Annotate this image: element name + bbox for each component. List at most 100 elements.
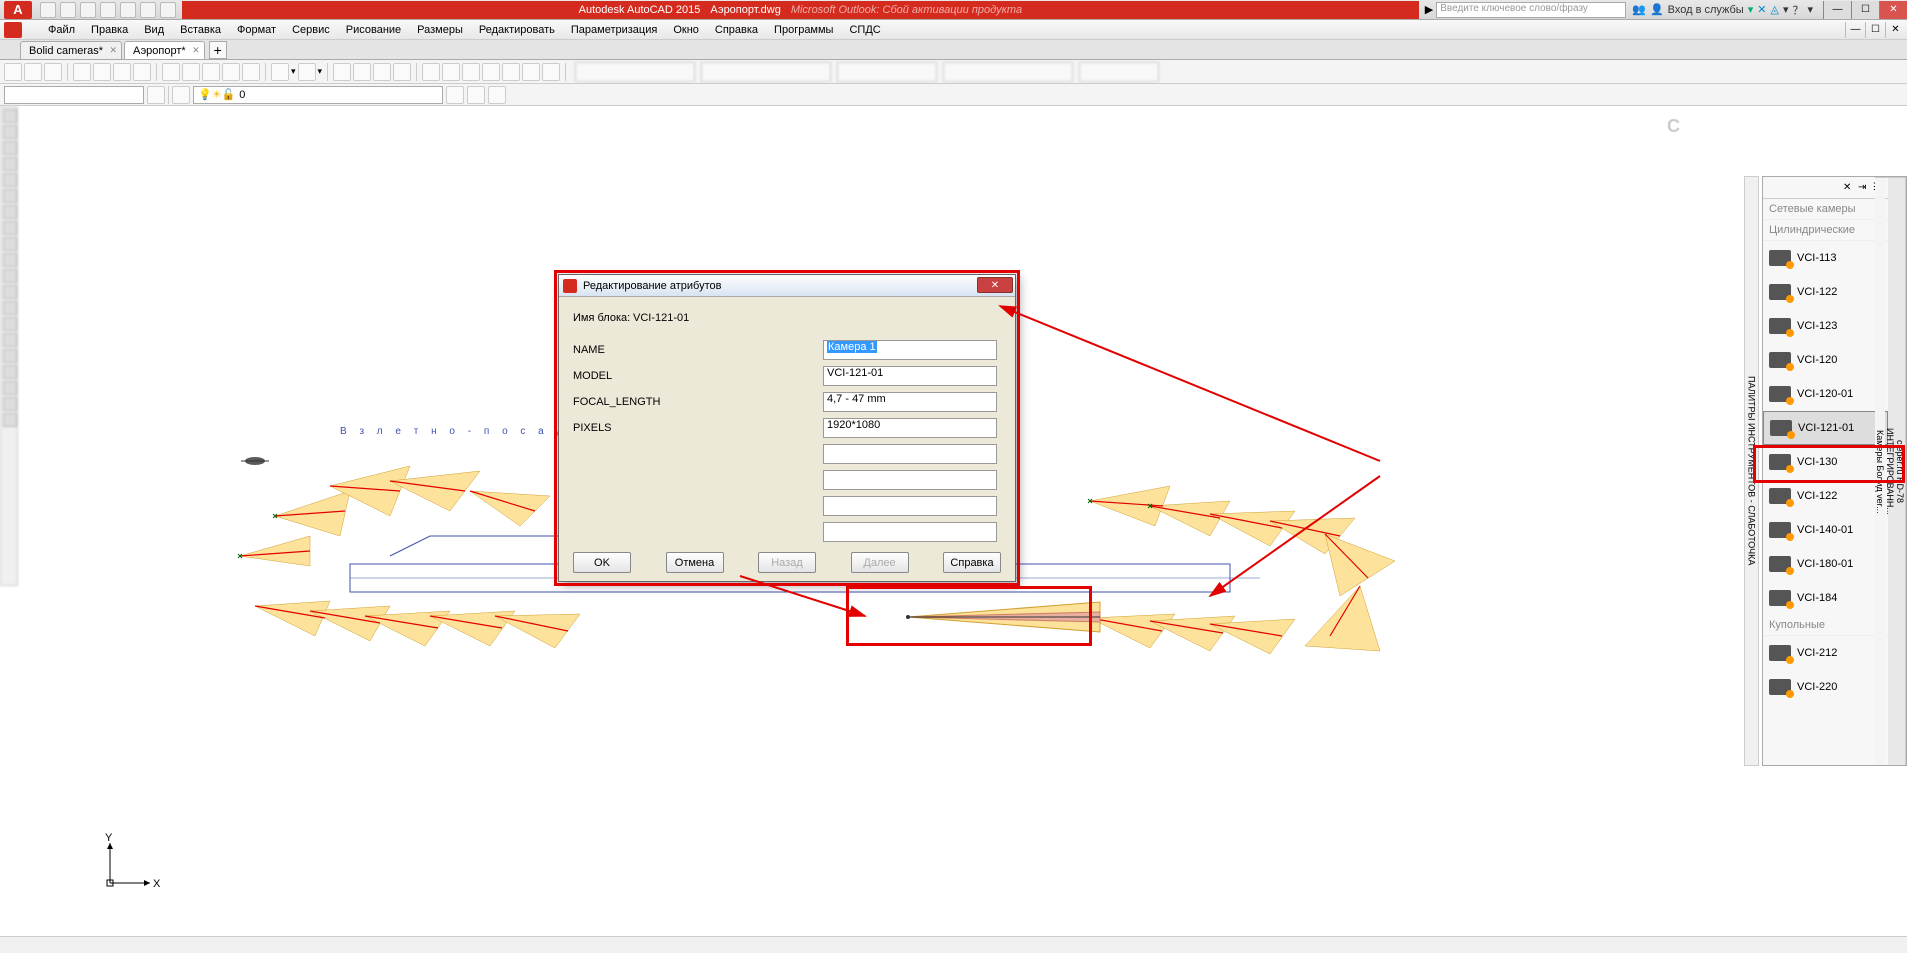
tb-zoom-icon[interactable] [353,63,371,81]
attr-input-empty[interactable] [823,522,997,542]
menu-logo-icon[interactable] [4,22,22,38]
blur-combo-5[interactable] [1079,62,1159,82]
layer-make-icon[interactable] [446,86,464,104]
layer-combo[interactable]: 💡☀🔓0 [193,86,443,104]
tb-pan-icon[interactable] [333,63,351,81]
tb-qc-icon[interactable] [522,63,540,81]
back-button[interactable]: Назад [758,552,816,573]
menu-вид[interactable]: Вид [136,22,172,38]
palette-tab-cleper[interactable]: cleper.ru RD-78 [1895,177,1905,765]
tab-close-icon[interactable]: ✕ [109,45,117,56]
menu-справка[interactable]: Справка [707,22,766,38]
palette-item-VCI-122[interactable]: VCI-122 [1763,479,1888,513]
attr-input-empty[interactable] [823,496,997,516]
tb-save-icon[interactable] [44,63,62,81]
qat-print-icon[interactable] [120,2,136,18]
menu-сервис[interactable]: Сервис [284,22,338,38]
attr-input-name[interactable]: Камера 1 [823,340,997,360]
palette-item-VCI-130[interactable]: VCI-130 [1763,445,1888,479]
layer-prev-icon[interactable] [467,86,485,104]
tab-Аэропорт*[interactable]: Аэропорт*✕ [124,41,205,59]
doc-restore-button[interactable]: ☐ [1865,22,1885,38]
palette-item-VCI-140-01[interactable]: VCI-140-01 [1763,513,1888,547]
tb-prop-icon[interactable] [422,63,440,81]
qat-open-icon[interactable] [60,2,76,18]
tb-paste-icon[interactable] [202,63,220,81]
help-button[interactable]: Справка [943,552,1001,573]
tab-close-icon[interactable]: ✕ [192,45,200,56]
maximize-button[interactable]: ☐ [1851,1,1879,19]
close-button[interactable]: ✕ [1879,1,1907,19]
next-button[interactable]: Далее [851,552,909,573]
dialog-titlebar[interactable]: Редактирование атрибутов [559,275,1015,297]
menu-параметризация[interactable]: Параметризация [563,22,665,38]
placed-camera-block[interactable] [900,598,1110,636]
attr-input-pixels[interactable]: 1920*1080 [823,418,997,438]
tb-match-icon[interactable] [222,63,240,81]
palette-item-VCI-180-01[interactable]: VCI-180-01 [1763,547,1888,581]
tb-brush-icon[interactable] [242,63,260,81]
menu-файл[interactable]: Файл [40,22,83,38]
quick-access-toolbar[interactable] [40,2,176,18]
menu-вставка[interactable]: Вставка [172,22,229,38]
attr-input-focal_length[interactable]: 4,7 - 47 mm [823,392,997,412]
layer-toolbar[interactable]: 💡☀🔓0 [0,84,1907,106]
infocenter-icon[interactable]: 👥 [1632,3,1646,16]
tb-3d-icon[interactable] [133,63,151,81]
tb-open-icon[interactable] [24,63,42,81]
tb-tp-icon[interactable] [462,63,480,81]
draw-toolbar[interactable] [0,106,18,586]
dialog-close-button[interactable]: ✕ [977,277,1013,293]
minimize-button[interactable]: — [1823,1,1851,19]
menu-спдс[interactable]: СПДС [841,22,888,38]
menu-правка[interactable]: Правка [83,22,136,38]
login-label[interactable]: Вход в службы [1668,4,1744,16]
signin-icon[interactable]: 👤 [1650,3,1664,16]
qat-save-icon[interactable] [80,2,96,18]
menu-редактировать[interactable]: Редактировать [471,22,563,38]
blur-combo-3[interactable] [837,62,937,82]
attr-input-empty[interactable] [823,470,997,490]
qat-new-icon[interactable] [40,2,56,18]
tb-new-icon[interactable] [4,63,22,81]
blur-combo-4[interactable] [943,62,1073,82]
attr-input-empty[interactable] [823,444,997,464]
tb-undo-icon[interactable] [271,63,289,81]
help-icon[interactable]: ？ [1792,2,1803,18]
blur-combo-1[interactable] [575,62,695,82]
tb-zoomwin-icon[interactable] [373,63,391,81]
palette-item-VCI-184[interactable]: VCI-184 [1763,581,1888,615]
qat-redo-icon[interactable] [160,2,176,18]
palette-tabs[interactable]: cleper.ru RD-78 ИНТЕГРИРОВАНН... Камеры … [1888,177,1906,765]
menu-окно[interactable]: Окно [665,22,707,38]
tb-cut-icon[interactable] [162,63,180,81]
tb-print-icon[interactable] [73,63,91,81]
tb-publish-icon[interactable] [113,63,131,81]
tb-preview-icon[interactable] [93,63,111,81]
layer-props-icon[interactable] [147,86,165,104]
doc-minimize-button[interactable]: — [1845,22,1865,38]
menu-формат[interactable]: Формат [229,22,284,38]
palette-pin-icon[interactable]: ⇥ [1858,182,1870,194]
menu-программы[interactable]: Программы [766,22,841,38]
layer-iso-icon[interactable] [488,86,506,104]
palette-tab-integr[interactable]: ИНТЕГРИРОВАНН... [1885,177,1895,765]
tb-markup-icon[interactable] [502,63,520,81]
tool-palette-title-bar[interactable]: ПАЛИТРЫ ИНСТРУМЕНТОВ - СЛАБОТОЧКА [1744,176,1759,766]
palette-close-icon[interactable]: ✕ [1843,182,1855,194]
palette-item-VCI-220[interactable]: VCI-220 [1763,670,1888,704]
tb-zoomprev-icon[interactable] [393,63,411,81]
tb-copy-icon[interactable] [182,63,200,81]
palette-item-VCI-212[interactable]: VCI-212 [1763,636,1888,670]
tb-ssm-icon[interactable] [482,63,500,81]
palette-item-VCI-120-01[interactable]: VCI-120-01 [1763,377,1888,411]
layer-filter-icon[interactable] [172,86,190,104]
doc-close-button[interactable]: ✕ [1885,22,1905,38]
cancel-button[interactable]: Отмена [666,552,724,573]
palette-item-VCI-113[interactable]: VCI-113 [1763,241,1888,275]
a360-icon[interactable]: ◬ [1770,3,1778,16]
menu-размеры[interactable]: Размеры [409,22,471,38]
standard-toolbar[interactable]: ▾ ▾ [0,60,1907,84]
menu-рисование[interactable]: Рисование [338,22,409,38]
layer-state-combo[interactable] [4,86,144,104]
